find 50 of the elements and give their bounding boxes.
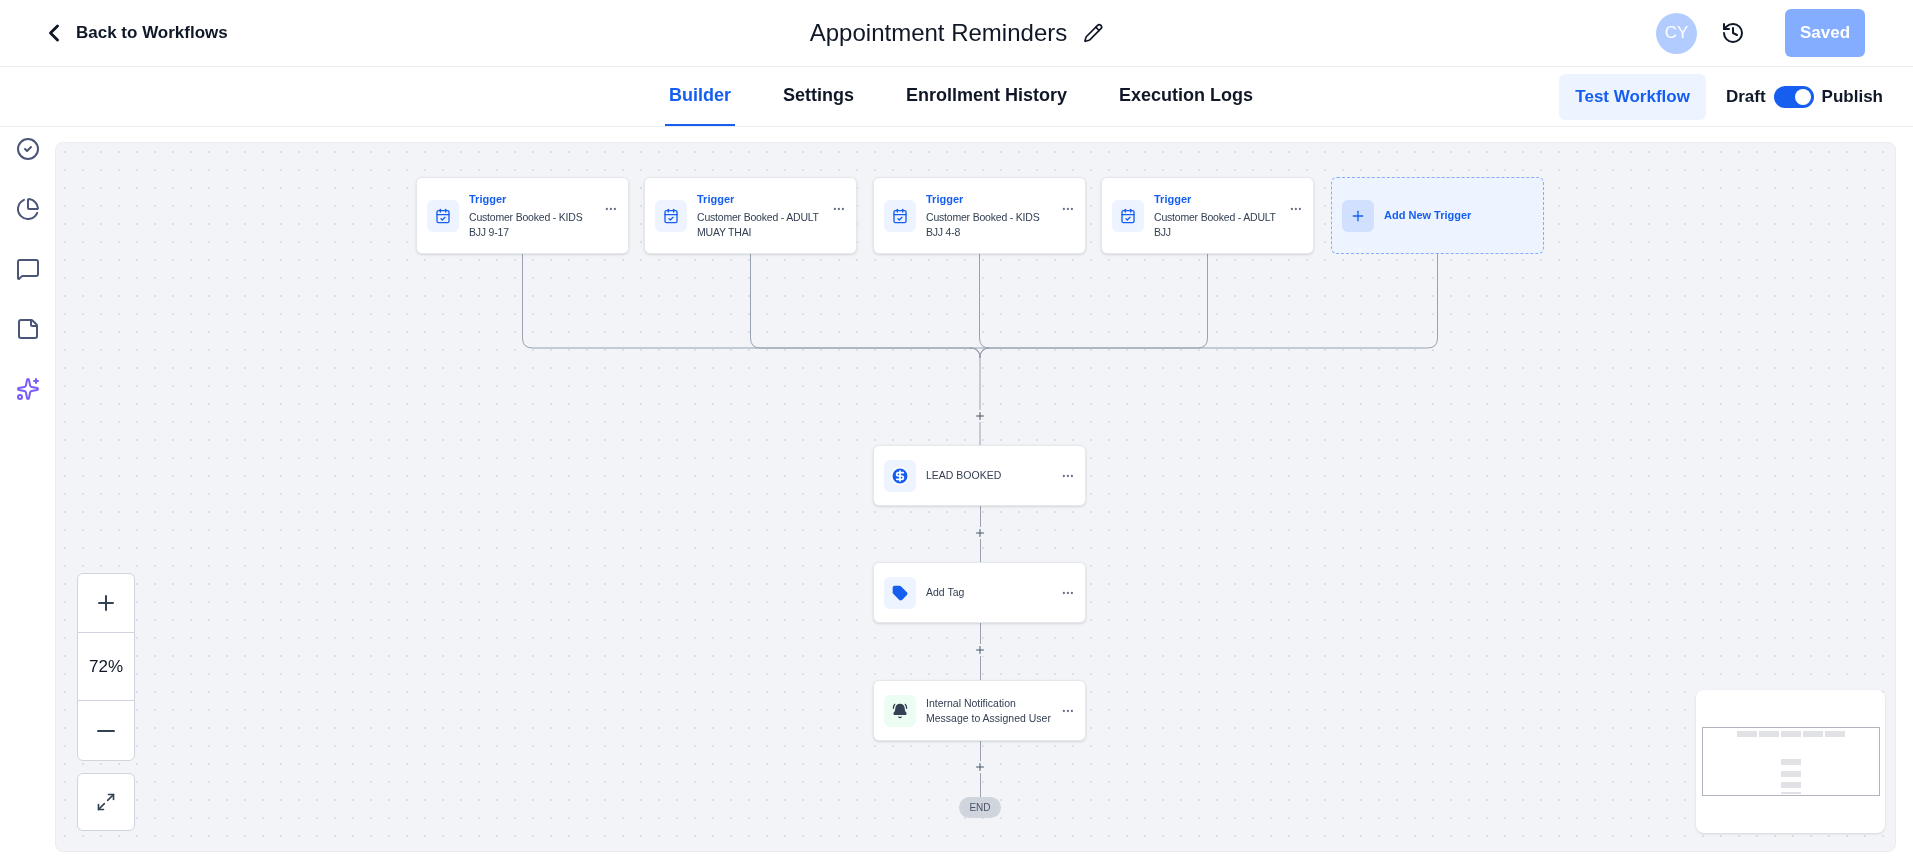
minus-icon <box>97 729 115 732</box>
tab[interactable]: Enrollment History <box>902 67 1072 126</box>
sparkles-icon[interactable] <box>15 377 40 401</box>
trigger-card[interactable]: Trigger Customer Booked - ADULT MUAY THAI <box>644 177 857 254</box>
trigger-label: Trigger <box>1154 192 1193 208</box>
check-circle-icon[interactable] <box>15 137 40 161</box>
calendar-check-icon <box>435 207 451 224</box>
calendar-check-icon <box>1120 207 1136 224</box>
action-card[interactable]: LEAD BOOKED <box>873 445 1086 506</box>
trigger-name: Customer Booked - ADULT MUAY THAI <box>697 209 820 240</box>
tag-icon <box>892 584 908 601</box>
tab[interactable]: Builder <box>665 67 735 126</box>
trigger-card[interactable]: Trigger Customer Booked - KIDS BJJ 9-17 <box>416 177 629 254</box>
trigger-name: Customer Booked - KIDS BJJ 4-8 <box>926 209 1041 240</box>
action-name: LEAD BOOKED <box>926 468 1003 483</box>
trigger-name: Customer Booked - ADULT BJJ <box>1154 209 1277 240</box>
test-workflow-button[interactable]: Test Workflow <box>1559 73 1706 120</box>
trigger-card[interactable]: Trigger Customer Booked - KIDS BJJ 4-8 <box>873 177 1086 254</box>
publish-toggle[interactable] <box>1773 85 1814 108</box>
back-link[interactable]: Back to Workflows <box>48 19 228 47</box>
dollar-icon <box>890 465 910 486</box>
calendar-check-icon <box>892 207 908 224</box>
trigger-card[interactable]: Trigger Customer Booked - ADULT BJJ <box>1101 177 1314 254</box>
comment-icon[interactable] <box>15 257 40 281</box>
action-name: Internal Notification Message to Assigned User <box>926 695 1052 726</box>
connector-line <box>980 741 981 797</box>
note-icon[interactable] <box>15 317 40 341</box>
trigger-label: Trigger <box>697 192 736 208</box>
tab[interactable]: Settings <box>779 67 859 126</box>
draft-label: Draft <box>1725 85 1766 108</box>
publish-label: Publish <box>1821 85 1883 108</box>
connector-line <box>980 506 981 562</box>
action-name: Add Tag <box>926 585 966 600</box>
action-card[interactable]: Add Tag <box>873 562 1086 623</box>
edit-icon[interactable] <box>1083 23 1104 43</box>
history-icon[interactable] <box>1721 21 1745 45</box>
end-badge: END <box>959 797 1001 818</box>
zoom-level: 72% <box>78 633 134 701</box>
workflow-title: Appointment Reminders <box>809 18 1068 48</box>
expand-icon <box>96 792 116 812</box>
add-trigger-button[interactable]: Add New Trigger <box>1331 177 1544 254</box>
trigger-name: Customer Booked - KIDS BJJ 9-17 <box>469 209 584 240</box>
connector-line <box>980 623 981 680</box>
tab[interactable]: Execution Logs <box>1115 67 1258 126</box>
action-card[interactable]: Internal Notification Message to Assigned User <box>873 680 1086 741</box>
trigger-label: Trigger <box>926 192 965 208</box>
bell-icon <box>892 702 908 719</box>
calendar-check-icon <box>663 207 679 224</box>
trigger-label: Trigger <box>469 192 508 208</box>
pie-chart-icon[interactable] <box>15 197 40 221</box>
